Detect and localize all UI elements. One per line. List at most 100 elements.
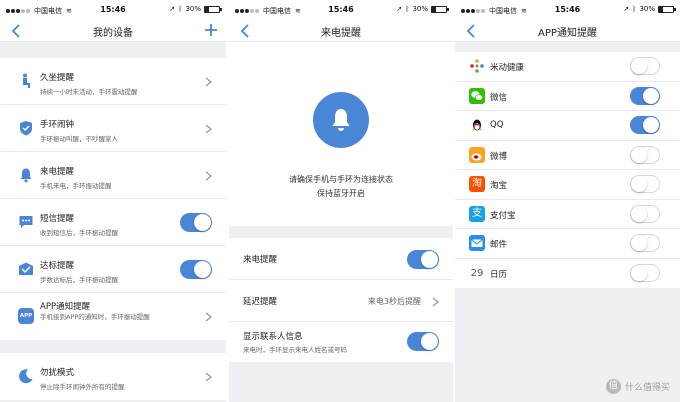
connection-hint-area: 请确保手机与手环为连接状态 保持蓝牙开启: [229, 42, 453, 226]
status-bar: 中国电信 ≋ 15:46 ➚ ᛒ 30%: [455, 0, 680, 20]
app-name: 微博: [490, 151, 508, 162]
app-name: 邮件: [490, 240, 508, 250]
qq-penguin-icon: [472, 119, 482, 131]
app-toggle-midong[interactable]: [630, 57, 660, 75]
goal-envelope-icon: [19, 262, 33, 275]
mail-icon: [469, 235, 485, 251]
show-contact-toggle[interactable]: [407, 332, 439, 351]
bell-badge: [313, 92, 369, 148]
app-row-wechat: 微信: [455, 81, 680, 111]
app-name: QQ: [490, 120, 504, 130]
item-title: 短信提醒: [40, 214, 75, 224]
chevron-right-icon: [205, 124, 212, 134]
item-title: 达标提醒: [40, 261, 75, 271]
item-title: APP通知提醒: [40, 302, 91, 312]
app-notification-item[interactable]: APP APP通知提醒 手机接到APP的通知时，手环振动提醒: [0, 293, 226, 340]
app-toggle-weibo[interactable]: [630, 145, 660, 164]
hint-line-1: 请确保手机与手环为连接状态: [289, 175, 393, 184]
wechat-icon: [469, 87, 485, 104]
sitting-person-icon: [23, 73, 30, 88]
show-contact-subtitle: 来电时，手环显示来电人姓名或号码: [243, 346, 347, 354]
nav-bar: 我的设备: [0, 20, 226, 42]
bell-icon: [332, 109, 350, 131]
item-subtitle: 持续一小时未活动，手环震动提醒: [40, 88, 138, 96]
battery-icon: [658, 5, 676, 13]
goal-reminder-toggle[interactable]: [180, 260, 212, 279]
sms-reminder-item: 短信提醒 收到短信后，手环振动提醒: [0, 199, 226, 246]
app-row-qq: QQ: [455, 111, 680, 141]
midong-health-icon: [470, 59, 484, 73]
dnd-group: 勿扰模式 停止除手环闹钟外所有的提醒: [0, 353, 226, 400]
app-list: 米动健康 微信 QQ 微博 淘 淘宝 支 支付宝 邮件 29 日历: [455, 52, 680, 288]
sedentary-reminder-item[interactable]: 久坐提醒 持续一小时未活动，手环震动提醒: [0, 58, 226, 105]
app-icon: APP: [18, 308, 34, 324]
watermark-badge: 值: [605, 379, 621, 394]
location-icon: ➚: [169, 5, 176, 13]
alipay-icon: 支: [469, 205, 485, 222]
bluetooth-icon: ᛒ: [178, 5, 183, 13]
watermark: 值 什么值得买: [605, 379, 670, 394]
incoming-call-item[interactable]: 来电提醒 手机来电，手环振动提醒: [0, 152, 226, 199]
item-title: 手环闹钟: [40, 120, 75, 130]
app-toggle-qq[interactable]: [630, 116, 660, 134]
delay-reminder-value: 来电3秒后提醒: [367, 297, 421, 306]
item-subtitle: 收到短信后，手环振动提醒: [40, 229, 118, 237]
band-alarm-item[interactable]: 手环闹钟 手环振动叫醒，不吵醒家人: [0, 105, 226, 152]
reminder-list: 久坐提醒 持续一小时未活动，手环震动提醒 手环闹钟 手环振动叫醒，不吵醒家人 来…: [0, 58, 226, 340]
app-toggle-wechat[interactable]: [630, 86, 660, 105]
call-reminder-screen: 中国电信 ≋ 15:46 ➚ ᛒ 30% 来电提醒 请确保手机与手环为连接状态 …: [229, 0, 453, 402]
page-title: 我的设备: [93, 28, 133, 39]
battery-percent: 30%: [185, 5, 201, 13]
app-name: 支付宝: [490, 210, 516, 221]
watermark-text: 什么值得买: [624, 383, 670, 393]
chevron-right-icon: [205, 312, 212, 322]
calendar-icon: 29: [469, 264, 485, 281]
app-name: 淘宝: [490, 181, 508, 191]
bluetooth-icon: ᛒ: [405, 5, 410, 13]
app-name: 微信: [490, 92, 508, 103]
app-toggle-alipay[interactable]: [630, 204, 660, 223]
item-subtitle: 手机来电，手环振动提醒: [40, 182, 112, 190]
app-toggle-taobao[interactable]: [630, 175, 660, 193]
item-title: 来电提醒: [40, 167, 75, 177]
my-device-screen: 中国电信 ≋ 15:46 ➚ ᛒ 30% 我的设备 久坐提醒 持续一小时未活动，…: [0, 0, 226, 402]
bluetooth-icon: ᛒ: [632, 5, 637, 13]
item-subtitle: 步数达标后，手环振动提醒: [40, 276, 118, 284]
app-toggle-mail[interactable]: [630, 234, 660, 252]
moon-icon: [19, 369, 33, 384]
add-device-icon[interactable]: [204, 23, 218, 37]
weibo-icon: [469, 146, 485, 163]
item-title: 勿扰模式: [40, 368, 75, 378]
call-reminder-label: 来电提醒: [243, 255, 278, 265]
message-icon: [19, 216, 33, 228]
chevron-right-icon: [205, 372, 212, 382]
app-notification-screen: 中国电信 ≋ 15:46 ➚ ᛒ 30% APP通知提醒 米动健康 微信 QQ …: [455, 0, 680, 402]
app-name: 日历: [490, 269, 508, 280]
hint-line-2: 保持蓝牙开启: [317, 189, 365, 198]
battery-percent: 30%: [412, 5, 428, 13]
bell-icon: [20, 168, 32, 183]
call-reminder-row: 来电提醒: [229, 238, 453, 280]
delay-reminder-row[interactable]: 延迟提醒 来电3秒后提醒: [229, 280, 453, 322]
location-icon: ➚: [623, 5, 630, 13]
item-title: 久坐提醒: [40, 73, 75, 83]
app-row-midong: 米动健康: [455, 52, 680, 82]
app-toggle-calendar[interactable]: [630, 263, 660, 282]
goal-reminder-item: 达标提醒 步数达标后，手环振动提醒: [0, 246, 226, 293]
battery-percent: 30%: [639, 5, 655, 13]
nav-bar: APP通知提醒: [455, 20, 680, 42]
page-title: 来电提醒: [321, 28, 361, 39]
app-row-calendar: 29 日历: [455, 258, 680, 288]
sms-reminder-toggle[interactable]: [180, 213, 212, 232]
call-reminder-toggle[interactable]: [407, 250, 439, 269]
app-row-weibo: 微博: [455, 140, 680, 170]
item-subtitle: 停止除手环闹钟外所有的提醒: [40, 383, 125, 391]
page-title: APP通知提醒: [538, 28, 597, 39]
battery-icon: [431, 5, 449, 13]
delay-reminder-label: 延迟提醒: [243, 297, 278, 307]
do-not-disturb-item[interactable]: 勿扰模式 停止除手环闹钟外所有的提醒: [0, 353, 226, 400]
item-subtitle: 手机接到APP的通知时，手环振动提醒: [40, 313, 150, 321]
chevron-right-icon: [205, 77, 212, 87]
app-row-taobao: 淘 淘宝: [455, 170, 680, 200]
location-icon: ➚: [396, 5, 403, 13]
